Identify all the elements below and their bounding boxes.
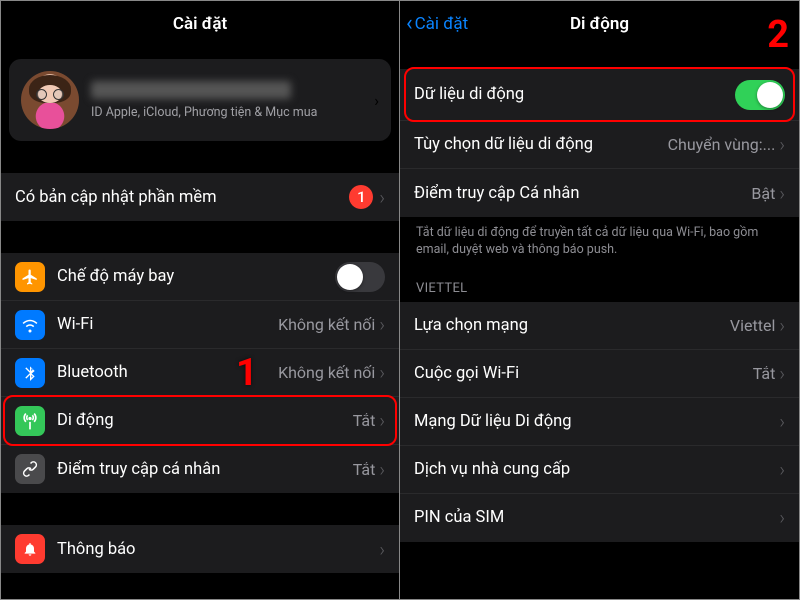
nav-title: Di động: [570, 14, 629, 34]
chevron-right-icon: ›: [779, 182, 785, 205]
row-label: Có bản cập nhật phần mềm: [15, 188, 349, 207]
cellular-data-toggle[interactable]: [735, 80, 785, 110]
airplane-mode-row[interactable]: Chế độ máy bay: [1, 253, 399, 301]
personal-hotspot-row[interactable]: Điểm truy cập cá nhân Tắt ›: [1, 445, 399, 493]
cellular-data-note: Tắt dữ liệu di động để truyền tất cả dữ …: [400, 217, 799, 263]
row-value: Tắt: [353, 460, 376, 479]
back-button[interactable]: ‹ Cài đặt: [406, 1, 468, 47]
settings-root-pane: Cài đặt ID Apple, iCloud, Phương tiện & …: [1, 1, 400, 599]
cellular-data-row[interactable]: Dữ liệu di động: [400, 69, 799, 121]
step-number-2: 2: [767, 13, 789, 57]
sim-pin-row[interactable]: PIN của SIM ›: [400, 494, 799, 542]
bluetooth-icon: [15, 358, 45, 388]
update-badge: 1: [349, 185, 373, 209]
nav-title: Cài đặt: [173, 14, 227, 34]
back-label: Cài đặt: [415, 14, 469, 34]
profile-subtitle: ID Apple, iCloud, Phương tiện & Mục mua: [91, 105, 374, 120]
software-update-row[interactable]: Có bản cập nhật phần mềm 1 ›: [1, 173, 399, 221]
step-number-1: 1: [236, 351, 258, 395]
row-label: Điểm truy cập Cá nhân: [414, 184, 751, 203]
cellular-settings-pane: ‹ Cài đặt Di động Dữ liệu di động Tùy ch…: [400, 1, 799, 599]
airplane-icon: [15, 262, 45, 292]
row-label: Thông báo: [57, 540, 379, 559]
row-label: Dịch vụ nhà cung cấp: [414, 460, 779, 479]
row-value: Không kết nối: [278, 315, 375, 334]
row-label: Chế độ máy bay: [57, 267, 335, 286]
row-value: Viettel: [730, 316, 775, 335]
nav-bar: Cài đặt: [1, 1, 399, 47]
chevron-left-icon: ‹: [406, 11, 413, 36]
chevron-right-icon: ›: [779, 458, 785, 481]
row-label: Lựa chọn mạng: [414, 316, 730, 335]
antenna-icon: [15, 406, 45, 436]
avatar: [21, 71, 79, 129]
bell-icon: [15, 534, 45, 564]
cellular-data-options-row[interactable]: Tùy chọn dữ liệu di động Chuyển vùng:...…: [400, 121, 799, 169]
row-value: Không kết nối: [278, 363, 375, 382]
chevron-right-icon: ›: [779, 410, 785, 433]
nav-bar: ‹ Cài đặt Di động: [400, 1, 799, 47]
apple-id-profile-row[interactable]: ID Apple, iCloud, Phương tiện & Mục mua …: [9, 59, 391, 141]
chevron-right-icon: ›: [779, 133, 785, 156]
notifications-row[interactable]: Thông báo ›: [1, 525, 399, 573]
chevron-right-icon: ›: [779, 314, 785, 337]
chevron-right-icon: ›: [379, 361, 385, 384]
row-label: Dữ liệu di động: [414, 85, 735, 104]
chevron-right-icon: ›: [379, 186, 385, 209]
row-label: Tùy chọn dữ liệu di động: [414, 135, 668, 154]
row-value: Tắt: [753, 364, 776, 383]
wifi-row[interactable]: Wi-Fi Không kết nối ›: [1, 301, 399, 349]
carrier-section-header: VIETTEL: [400, 263, 799, 302]
chevron-right-icon: ›: [779, 362, 785, 385]
row-value: Chuyển vùng:...: [668, 135, 776, 154]
bluetooth-row[interactable]: Bluetooth Không kết nối ›: [1, 349, 399, 397]
airplane-toggle[interactable]: [335, 262, 385, 292]
row-value: Tắt: [353, 411, 376, 430]
chevron-right-icon: ›: [379, 313, 385, 336]
wifi-calling-row[interactable]: Cuộc gọi Wi-Fi Tắt ›: [400, 350, 799, 398]
chevron-right-icon: ›: [374, 91, 379, 110]
chevron-right-icon: ›: [379, 409, 385, 432]
row-label: Điểm truy cập cá nhân: [57, 460, 353, 479]
chevron-right-icon: ›: [379, 458, 385, 481]
link-icon: [15, 454, 45, 484]
cellular-row[interactable]: Di động Tắt ›: [1, 397, 399, 445]
chevron-right-icon: ›: [779, 506, 785, 529]
wifi-icon: [15, 310, 45, 340]
network-selection-row[interactable]: Lựa chọn mạng Viettel ›: [400, 302, 799, 350]
row-label: PIN của SIM: [414, 508, 779, 527]
row-label: Cuộc gọi Wi-Fi: [414, 364, 753, 383]
carrier-services-row[interactable]: Dịch vụ nhà cung cấp ›: [400, 446, 799, 494]
chevron-right-icon: ›: [379, 538, 385, 561]
row-label: Wi-Fi: [57, 315, 278, 334]
personal-hotspot-row[interactable]: Điểm truy cập Cá nhân Bật ›: [400, 169, 799, 217]
row-label: Di động: [57, 411, 353, 430]
row-value: Bật: [751, 184, 775, 203]
cellular-data-network-row[interactable]: Mạng Dữ liệu Di động ›: [400, 398, 799, 446]
profile-name-blurred: [91, 81, 291, 99]
row-label: Mạng Dữ liệu Di động: [414, 412, 779, 431]
